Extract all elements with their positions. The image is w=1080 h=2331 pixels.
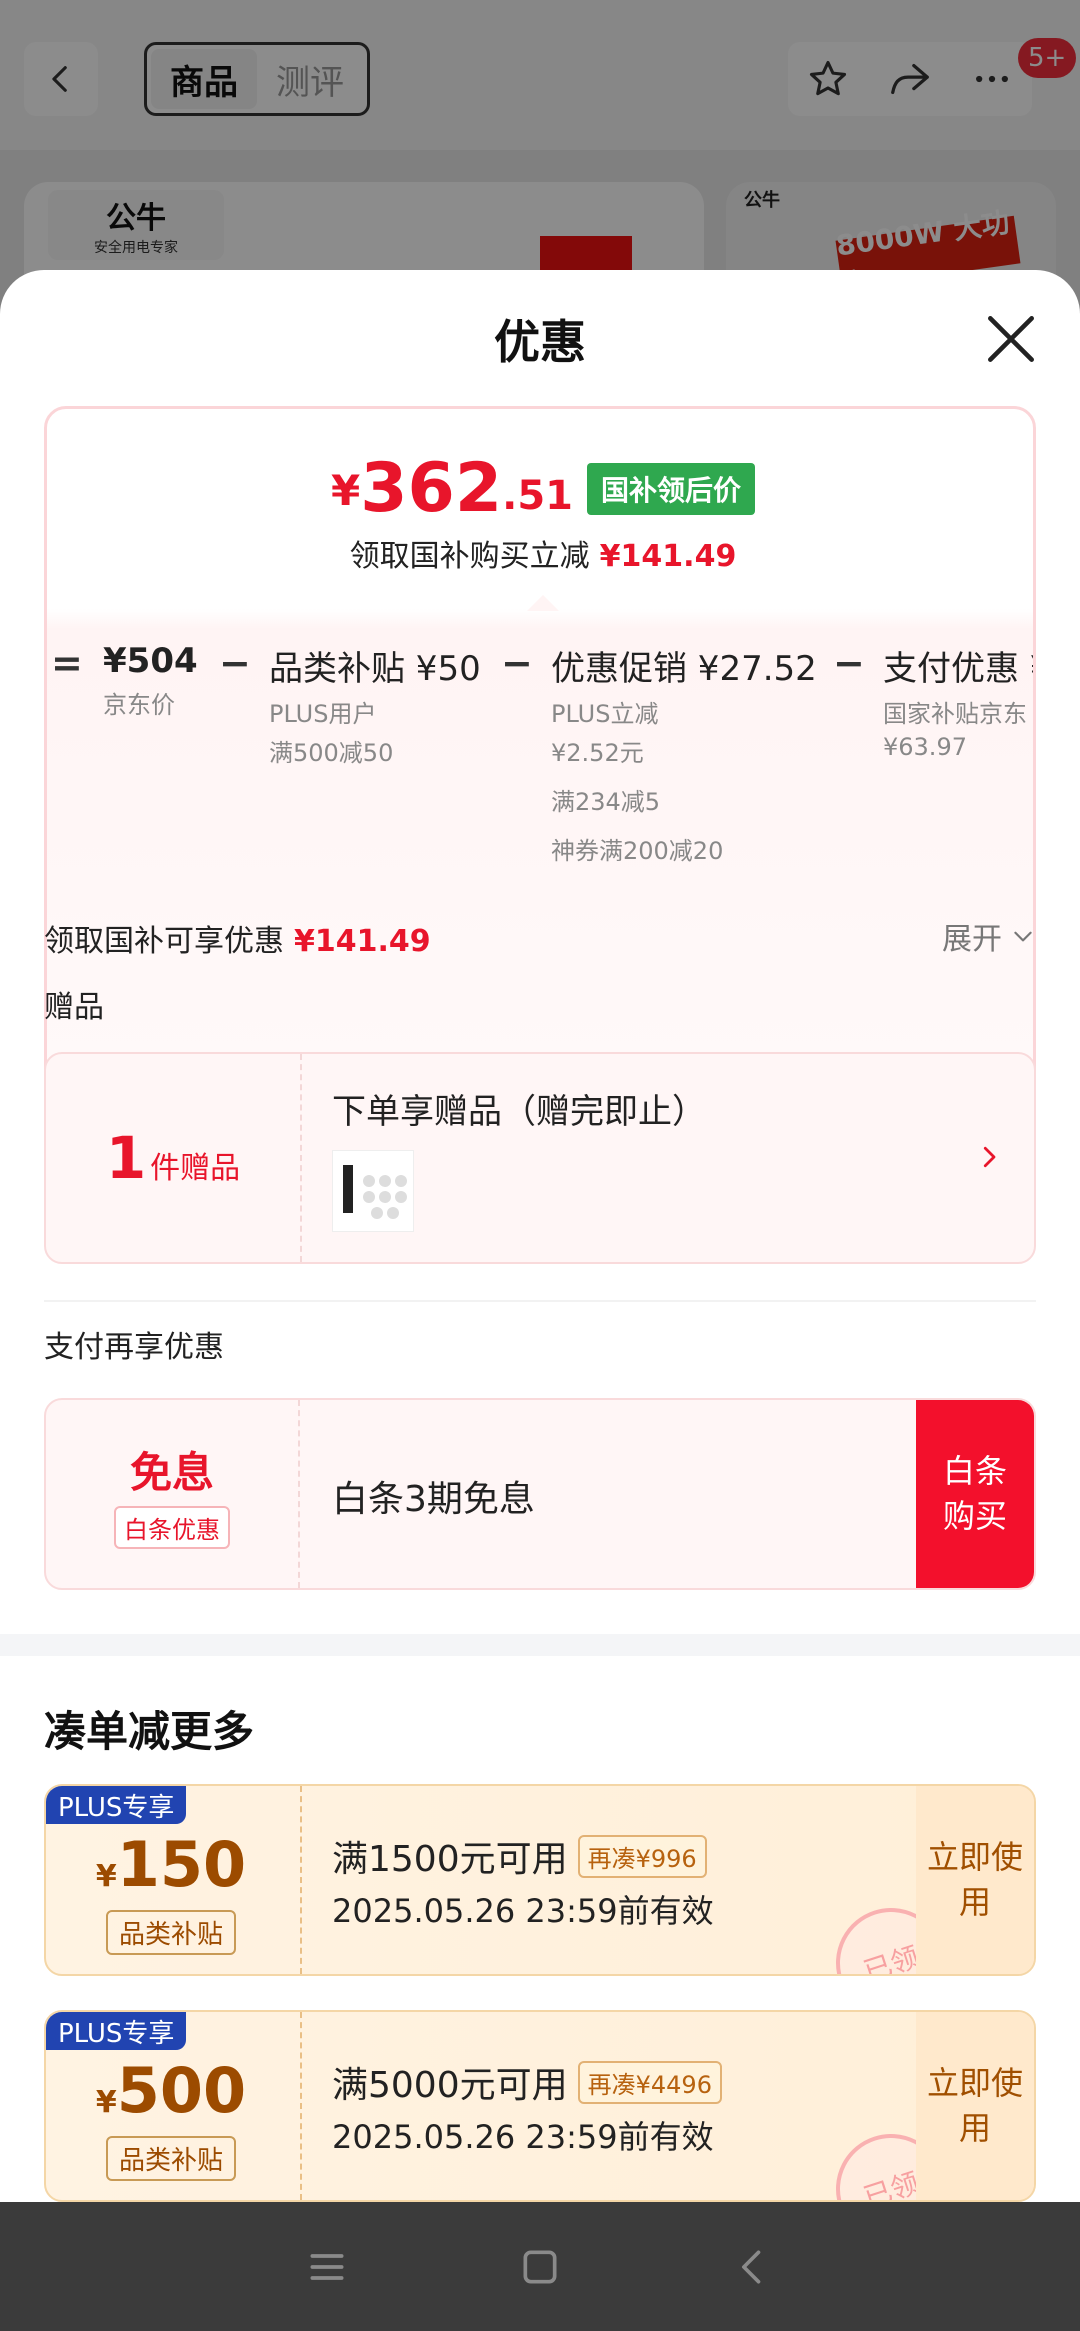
- equals-sign: =: [51, 641, 83, 685]
- final-price: ¥ 362 .51 国补领后价: [47, 455, 1033, 523]
- gift-image: [332, 1150, 414, 1232]
- system-nav-bar: [0, 2202, 1080, 2331]
- use-now-button[interactable]: 立即使用: [916, 1786, 1034, 1974]
- pay-section-label: 支付再享优惠: [44, 1330, 224, 1365]
- coupon-validity: 2025.05.26 23:59前有效: [332, 1892, 714, 1930]
- chevron-down-icon: [1014, 931, 1032, 942]
- baitiao-buy-button[interactable]: 白条购买: [916, 1400, 1034, 1588]
- interest-free-label: 免息: [129, 1448, 214, 1497]
- minus-sign: −: [501, 641, 533, 685]
- pointer-triangle: [527, 595, 559, 611]
- more-discount-title: 凑单减更多: [44, 1707, 255, 1756]
- gift-section-label: 赠品: [44, 990, 104, 1025]
- coupon-need-tag: 再凑¥4496: [577, 2060, 722, 2104]
- divider: [44, 1300, 1036, 1302]
- coupon-card: PLUS专享 ¥500 品类补贴 满5000元可用 再凑¥4496 2025.0…: [44, 2010, 1036, 2202]
- subsidy-summary-row: 领取国补可享优惠 ¥141.49 展开: [44, 910, 1036, 970]
- formula-item: 支付优惠 ¥ 国家补贴京东 ¥63.97: [883, 649, 1036, 761]
- subsidy-badge: 国补领后价: [587, 463, 756, 515]
- coupon-amount: ¥500: [95, 2054, 247, 2127]
- gift-card[interactable]: 1 件赠品 下单享赠品（赠完即止）: [44, 1052, 1036, 1264]
- coupon-condition: 满1500元可用 再凑¥996: [332, 1830, 707, 1882]
- coupon-condition: 满5000元可用 再凑¥4496: [332, 2056, 722, 2108]
- price-breakdown-card: ¥ 362 .51 国补领后价 领取国补购买立减 ¥141.49 = ¥504 京…: [44, 406, 1036, 1148]
- discount-sheet: 优惠 ¥ 362 .51 国补领后价 领取国补购买立减 ¥141.49 = ¥50…: [0, 270, 1080, 2202]
- coupon-amount: ¥150: [95, 1828, 247, 1901]
- pay-offer-card: 免息 白条优惠 白条3期免息 白条购买: [44, 1398, 1036, 1590]
- coupon-validity: 2025.05.26 23:59前有效: [332, 2118, 714, 2156]
- minus-sign: −: [219, 641, 251, 685]
- section-separator: [0, 1634, 1080, 1656]
- expand-button[interactable]: 展开: [942, 914, 1036, 958]
- minus-sign: −: [833, 641, 865, 685]
- plus-badge: PLUS专享: [46, 2012, 187, 2050]
- formula-item: ¥504 京东价: [103, 641, 198, 719]
- sheet-title: 优惠: [494, 315, 586, 369]
- pay-offer-text: 白条3期免息: [332, 1479, 535, 1520]
- menu-icon[interactable]: [305, 2245, 349, 2289]
- coupon-card: PLUS专享 ¥150 品类补贴 满1500元可用 再凑¥996 2025.05…: [44, 1784, 1036, 1976]
- price-subtitle: 领取国补购买立减 ¥141.49: [349, 539, 737, 574]
- use-now-button[interactable]: 立即使用: [916, 2012, 1034, 2200]
- formula-item: 优惠促销 ¥27.52 PLUS立减 ¥2.52元 满234减5 神券满200减…: [551, 649, 817, 865]
- coupon-category-tag: 品类补贴: [106, 2136, 236, 2181]
- coupon-category-tag: 品类补贴: [106, 1910, 236, 1955]
- formula-item: 品类补贴 ¥50 PLUS用户 满500减50: [269, 649, 481, 767]
- baitiao-tag: 白条优惠: [114, 1506, 230, 1549]
- home-icon[interactable]: [518, 2245, 562, 2289]
- gift-count: 1 件赠品: [46, 1054, 302, 1262]
- back-nav-icon[interactable]: [731, 2245, 775, 2289]
- close-icon[interactable]: [980, 308, 1042, 370]
- gift-title: 下单享赠品（赠完即止）: [332, 1092, 706, 1132]
- chevron-right-icon: [983, 1146, 996, 1168]
- plus-badge: PLUS专享: [46, 1786, 187, 1824]
- coupon-need-tag: 再凑¥996: [577, 1834, 707, 1878]
